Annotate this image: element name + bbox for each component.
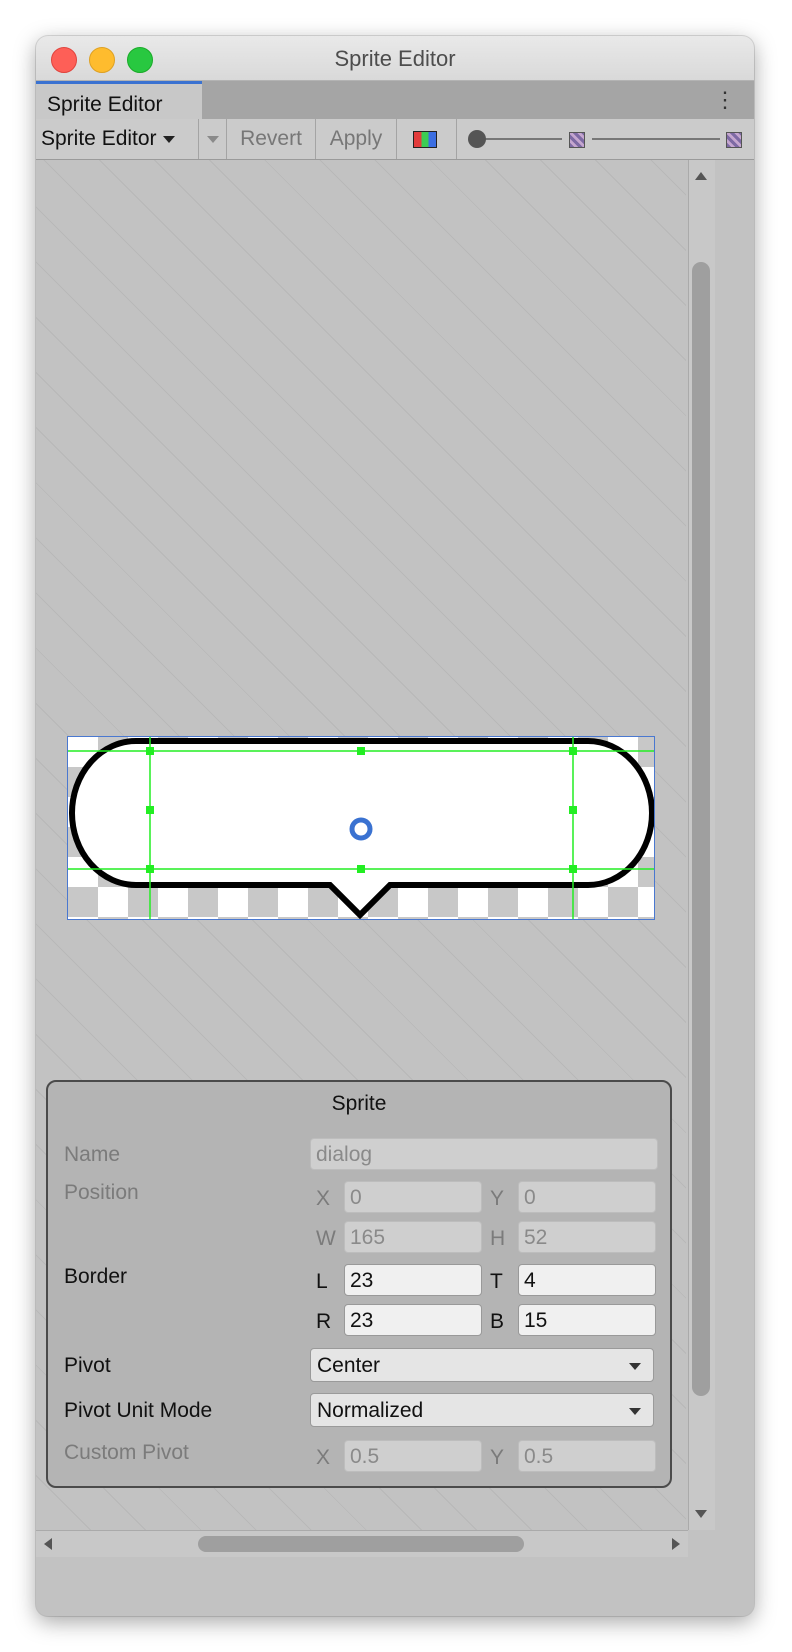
border-handle[interactable] — [146, 865, 154, 873]
pivot-unit-mode-dropdown[interactable]: Normalized — [310, 1393, 654, 1427]
border-handle[interactable] — [146, 747, 154, 755]
position-h-field: 52 — [518, 1221, 656, 1253]
border-handle[interactable] — [569, 865, 577, 873]
texture-low-icon — [569, 132, 585, 148]
custom-pivot-x-field: 0.5 — [344, 1440, 482, 1472]
position-y-label: Y — [490, 1187, 505, 1210]
border-b-field[interactable]: 15 — [518, 1304, 656, 1336]
alpha-slider[interactable] — [466, 119, 566, 159]
speech-bubble-shape — [69, 738, 654, 919]
revert-button[interactable]: Revert — [227, 119, 316, 159]
apply-button[interactable]: Apply — [316, 119, 397, 159]
border-l-field[interactable]: 23 — [344, 1264, 482, 1296]
chevron-down-icon — [162, 135, 175, 143]
pivot-dropdown-value: Center — [317, 1354, 381, 1377]
pivot-unit-mode-label: Pivot Unit Mode — [64, 1399, 213, 1422]
chevron-down-icon — [629, 1408, 641, 1415]
position-w-field: 165 — [344, 1221, 482, 1253]
color-channel-toggle[interactable] — [397, 119, 457, 159]
scroll-up-arrow-icon[interactable] — [695, 172, 707, 180]
position-x-label: X — [316, 1187, 331, 1210]
sprite-selection-rect[interactable] — [67, 736, 655, 920]
sprite-properties-panel: Sprite Name dialog Position X 0 Y 0 W 16… — [46, 1080, 672, 1488]
position-x-field: 0 — [344, 1181, 482, 1213]
custom-pivot-y-label: Y — [490, 1446, 505, 1469]
border-l-label: L — [316, 1270, 328, 1293]
custom-pivot-x-label: X — [316, 1446, 331, 1469]
position-label: Position — [64, 1181, 139, 1204]
horizontal-scroll-thumb[interactable] — [198, 1536, 524, 1552]
border-b-label: B — [490, 1310, 505, 1333]
pivot-label: Pivot — [64, 1354, 111, 1377]
mip-level-slider[interactable] — [566, 119, 754, 159]
name-label: Name — [64, 1143, 121, 1166]
mip-slider-track — [592, 138, 720, 140]
editor-mode-dropdown[interactable]: Sprite Editor — [36, 119, 199, 159]
border-handle[interactable] — [357, 865, 365, 873]
custom-pivot-label: Custom Pivot — [64, 1441, 189, 1464]
sprite-editor-window: Sprite Editor Sprite Editor ⋮ Sprite Edi… — [36, 36, 754, 1616]
secondary-dropdown[interactable] — [199, 119, 227, 159]
pivot-unit-mode-value: Normalized — [317, 1399, 424, 1422]
border-r-field[interactable]: 23 — [344, 1304, 482, 1336]
custom-pivot-y-field: 0.5 — [518, 1440, 656, 1472]
title-bar[interactable]: Sprite Editor — [36, 36, 754, 81]
alpha-slider-track — [474, 138, 562, 140]
border-t-field[interactable]: 4 — [518, 1264, 656, 1296]
tab-sprite-editor[interactable]: Sprite Editor — [36, 81, 202, 119]
panel-title: Sprite — [331, 1092, 387, 1115]
scroll-down-arrow-icon[interactable] — [695, 1510, 707, 1518]
border-r-label: R — [316, 1310, 332, 1333]
border-handle[interactable] — [569, 806, 577, 814]
chevron-down-icon — [207, 136, 219, 143]
pivot-dropdown[interactable]: Center — [310, 1348, 654, 1382]
alpha-slider-knob[interactable] — [468, 130, 486, 148]
border-handle[interactable] — [357, 747, 365, 755]
position-w-label: W — [316, 1227, 336, 1250]
border-handle[interactable] — [146, 806, 154, 814]
rgb-channels-icon — [413, 131, 437, 148]
chevron-down-icon — [629, 1363, 641, 1370]
editor-mode-label: Sprite Editor — [41, 127, 157, 150]
position-h-label: H — [490, 1227, 506, 1250]
vertical-scrollbar[interactable] — [688, 160, 715, 1530]
name-field: dialog — [310, 1138, 658, 1170]
toolbar: Sprite Editor Revert Apply — [36, 119, 754, 160]
border-handle[interactable] — [569, 747, 577, 755]
window-title: Sprite Editor — [334, 46, 456, 71]
border-t-label: T — [490, 1270, 503, 1293]
border-label: Border — [64, 1265, 128, 1288]
scroll-right-arrow-icon[interactable] — [672, 1538, 680, 1550]
horizontal-scrollbar[interactable] — [36, 1530, 688, 1557]
position-y-field: 0 — [518, 1181, 656, 1213]
scroll-left-arrow-icon[interactable] — [44, 1538, 52, 1550]
vertical-scroll-thumb[interactable] — [692, 262, 710, 1396]
more-options-icon[interactable]: ⋮ — [714, 89, 736, 111]
sprite-image — [68, 737, 654, 919]
tab-bar: Sprite Editor ⋮ — [36, 81, 754, 119]
texture-high-icon — [726, 132, 742, 148]
scrollbar-corner — [688, 1530, 754, 1616]
